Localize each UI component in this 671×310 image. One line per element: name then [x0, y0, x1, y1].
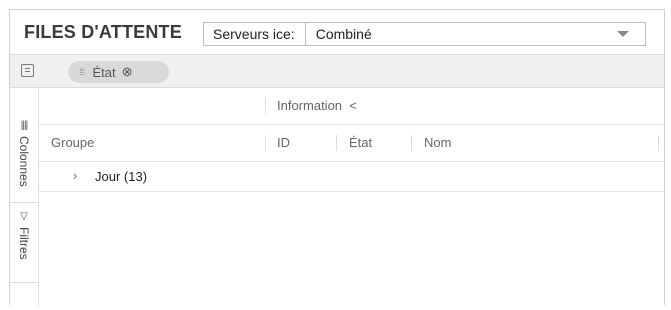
drag-handle-icon[interactable]: ⁞⁞⁞ — [79, 67, 84, 77]
column-header-groupe[interactable]: Groupe — [51, 135, 94, 150]
server-select[interactable]: Serveurs ice: Combiné — [203, 22, 646, 46]
group-chip[interactable]: ⁞⁞⁞ État ⊗ — [68, 61, 169, 83]
table-row[interactable]: › Jour (13) — [39, 161, 664, 192]
group-chip-label: État — [92, 64, 116, 80]
divider[interactable] — [658, 135, 659, 151]
filter-icon: ▽ — [20, 211, 28, 222]
collapse-icon[interactable]: < — [349, 98, 357, 113]
toolpanel-toggle-icon[interactable] — [21, 64, 34, 77]
server-select-value[interactable]: Combiné — [306, 26, 617, 42]
close-icon[interactable]: ⊗ — [122, 64, 133, 80]
divider — [265, 98, 266, 114]
column-group-information[interactable]: Information < — [277, 98, 357, 113]
column-header-etat[interactable]: État — [349, 135, 372, 150]
column-header-id[interactable]: ID — [277, 135, 290, 150]
divider[interactable] — [336, 135, 337, 151]
group-row-label: Jour (13) — [95, 169, 148, 184]
column-header-nom[interactable]: Nom — [424, 135, 451, 150]
chevron-right-icon[interactable]: › — [73, 168, 77, 183]
column-group-header-row: Information < — [39, 88, 664, 125]
chevron-down-icon[interactable] — [617, 31, 629, 37]
column-group-label: Information — [277, 98, 343, 113]
page-title: FILES D'ATTENTE — [24, 22, 182, 42]
divider[interactable] — [265, 135, 266, 151]
column-header-row: Groupe ID État Nom — [39, 124, 664, 162]
data-grid: Information < Groupe ID État Nom › Jour … — [39, 88, 664, 306]
tab-columns-label: Colonnes — [17, 136, 31, 187]
tab-filters-label: Filtres — [17, 227, 31, 260]
server-select-label: Serveurs ice: — [204, 23, 306, 45]
group-toolbar: ⁞⁞⁞ État ⊗ — [10, 54, 664, 88]
tab-filters[interactable]: ▽ Filtres — [10, 202, 38, 283]
divider[interactable] — [411, 135, 412, 151]
header: FILES D'ATTENTE Serveurs ice: Combiné — [10, 10, 664, 54]
tab-columns[interactable]: |||| Colonnes — [10, 88, 38, 203]
queues-panel: FILES D'ATTENTE Serveurs ice: Combiné ⁞⁞… — [9, 9, 665, 306]
columns-icon: |||| — [20, 120, 28, 131]
side-bar: |||| Colonnes ▽ Filtres — [10, 88, 39, 306]
